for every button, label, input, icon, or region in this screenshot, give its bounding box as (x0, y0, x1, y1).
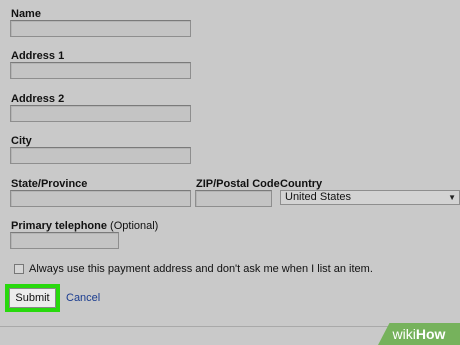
city-input[interactable] (10, 147, 191, 164)
submit-button[interactable]: Submit (9, 288, 56, 308)
cancel-link[interactable]: Cancel (66, 292, 100, 304)
watermark-how: How (415, 326, 446, 342)
zip-label: ZIP/Postal Code (196, 178, 280, 190)
chevron-down-icon: ▼ (448, 193, 456, 202)
always-use-address-checkbox[interactable] (14, 264, 24, 274)
state-input[interactable] (10, 190, 191, 207)
name-label: Name (11, 8, 41, 20)
watermark-wiki: wiki (392, 326, 416, 342)
submit-highlight: Submit (5, 284, 60, 312)
zip-input[interactable] (195, 190, 272, 207)
wikihow-watermark: wikiHow (378, 323, 460, 345)
address2-input[interactable] (10, 105, 191, 122)
always-use-address-label: Always use this payment address and don'… (29, 263, 373, 275)
name-input[interactable] (10, 20, 191, 37)
city-label: City (11, 135, 32, 147)
phone-label: Primary telephone (Optional) (11, 220, 158, 232)
address1-label: Address 1 (11, 50, 65, 62)
country-select-value: United States (285, 191, 352, 203)
address1-input[interactable] (10, 62, 191, 79)
phone-input[interactable] (10, 232, 119, 249)
state-label: State/Province (11, 178, 88, 190)
phone-label-text: Primary telephone (11, 220, 107, 232)
address2-label: Address 2 (11, 93, 65, 105)
country-select[interactable]: United States ▼ (280, 190, 460, 205)
country-label: Country (280, 178, 323, 190)
phone-optional-text: (Optional) (110, 220, 159, 232)
